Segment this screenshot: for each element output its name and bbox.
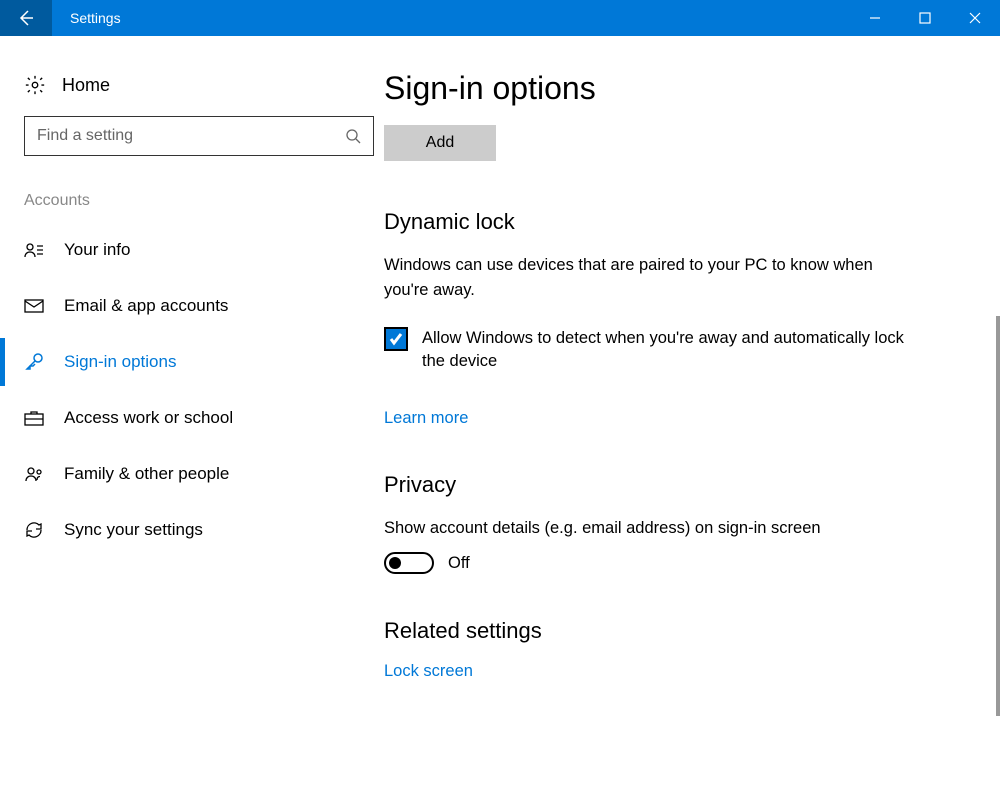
dynamic-lock-checkbox-row[interactable]: Allow Windows to detect when you're away… [384,327,904,373]
sidebar-item-label: Access work or school [64,408,233,428]
app-title: Settings [52,10,850,26]
sidebar-item-signin[interactable]: Sign-in options [0,334,380,390]
search-input[interactable] [37,127,345,145]
add-button[interactable]: Add [384,125,496,161]
privacy-toggle-row: Off [384,552,976,574]
dynamic-lock-section: Dynamic lock Windows can use devices tha… [384,209,976,428]
toggle-state-label: Off [448,554,470,573]
back-arrow-icon [16,8,36,28]
titlebar: Settings [0,0,1000,36]
key-icon [24,352,44,372]
main-content: Sign-in options Add Dynamic lock Windows… [380,36,1000,786]
gear-icon [24,74,46,96]
dynamic-lock-title: Dynamic lock [384,209,976,235]
sidebar-item-label: Email & app accounts [64,296,228,316]
checkbox-label: Allow Windows to detect when you're away… [422,327,904,373]
close-button[interactable] [950,0,1000,36]
sidebar-item-label: Your info [64,240,130,260]
envelope-icon [24,296,44,316]
window-controls [850,0,1000,36]
sidebar-item-family[interactable]: Family & other people [0,446,380,502]
maximize-icon [919,12,931,24]
sidebar-item-label: Family & other people [64,464,229,484]
minimize-icon [869,12,881,24]
sidebar: Home Accounts Your info Email & app [0,36,380,786]
checkmark-icon [388,331,404,347]
close-icon [969,12,981,24]
sidebar-item-label: Sync your settings [64,520,203,540]
related-settings-section: Related settings Lock screen [384,618,976,681]
back-button[interactable] [0,0,52,36]
dynamic-lock-description: Windows can use devices that are paired … [384,253,904,303]
learn-more-link[interactable]: Learn more [384,409,468,428]
section-label: Accounts [0,186,380,222]
people-icon [24,464,44,484]
checkbox-checked[interactable] [384,327,408,351]
sidebar-item-work[interactable]: Access work or school [0,390,380,446]
page-title: Sign-in options [384,70,976,107]
sidebar-item-email[interactable]: Email & app accounts [0,278,380,334]
lock-screen-link[interactable]: Lock screen [384,662,473,681]
minimize-button[interactable] [850,0,900,36]
briefcase-icon [24,408,44,428]
privacy-title: Privacy [384,472,976,498]
privacy-description: Show account details (e.g. email address… [384,516,904,541]
sidebar-item-your-info[interactable]: Your info [0,222,380,278]
home-label: Home [62,75,110,96]
related-title: Related settings [384,618,976,644]
user-icon [24,240,44,260]
scrollbar[interactable] [996,316,1000,716]
sidebar-item-sync[interactable]: Sync your settings [0,502,380,558]
home-link[interactable]: Home [0,66,380,116]
privacy-toggle[interactable] [384,552,434,574]
sidebar-item-label: Sign-in options [64,352,176,372]
privacy-section: Privacy Show account details (e.g. email… [384,472,976,575]
search-box[interactable] [24,116,374,156]
maximize-button[interactable] [900,0,950,36]
search-icon [345,128,361,144]
sync-icon [24,520,44,540]
